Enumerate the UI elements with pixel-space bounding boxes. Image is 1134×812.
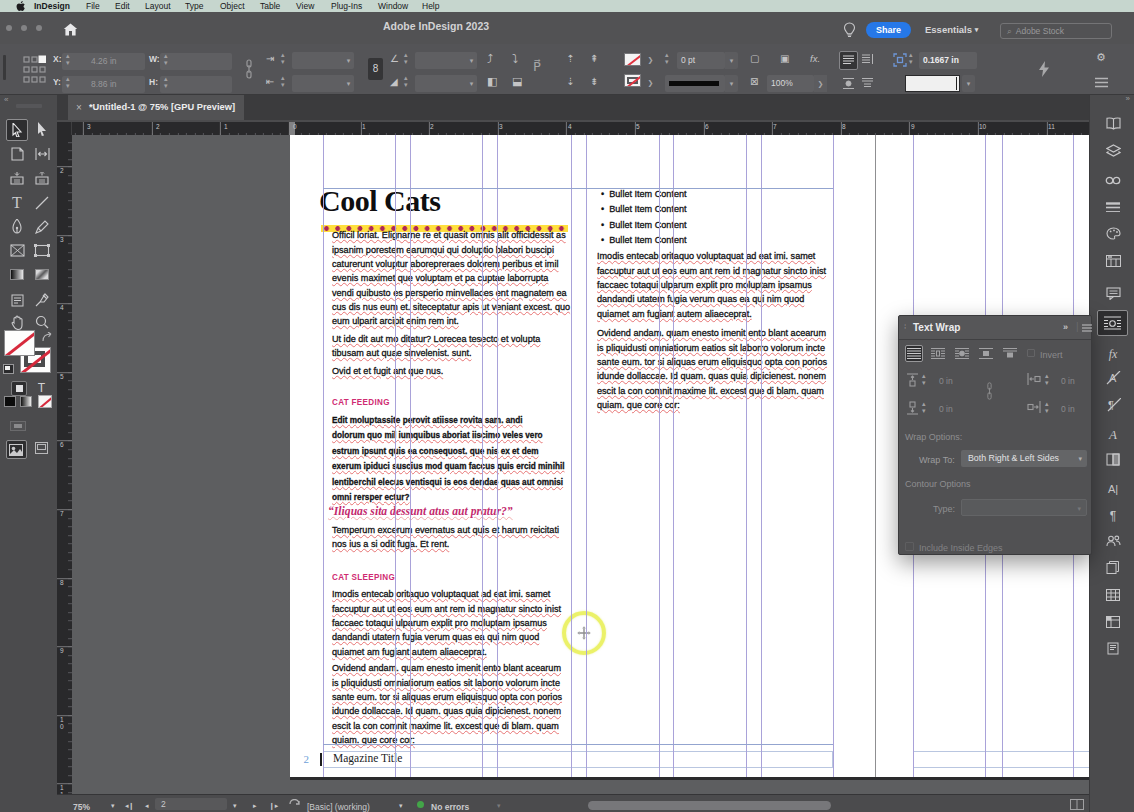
svg-text:¶: ¶ — [1108, 399, 1114, 411]
